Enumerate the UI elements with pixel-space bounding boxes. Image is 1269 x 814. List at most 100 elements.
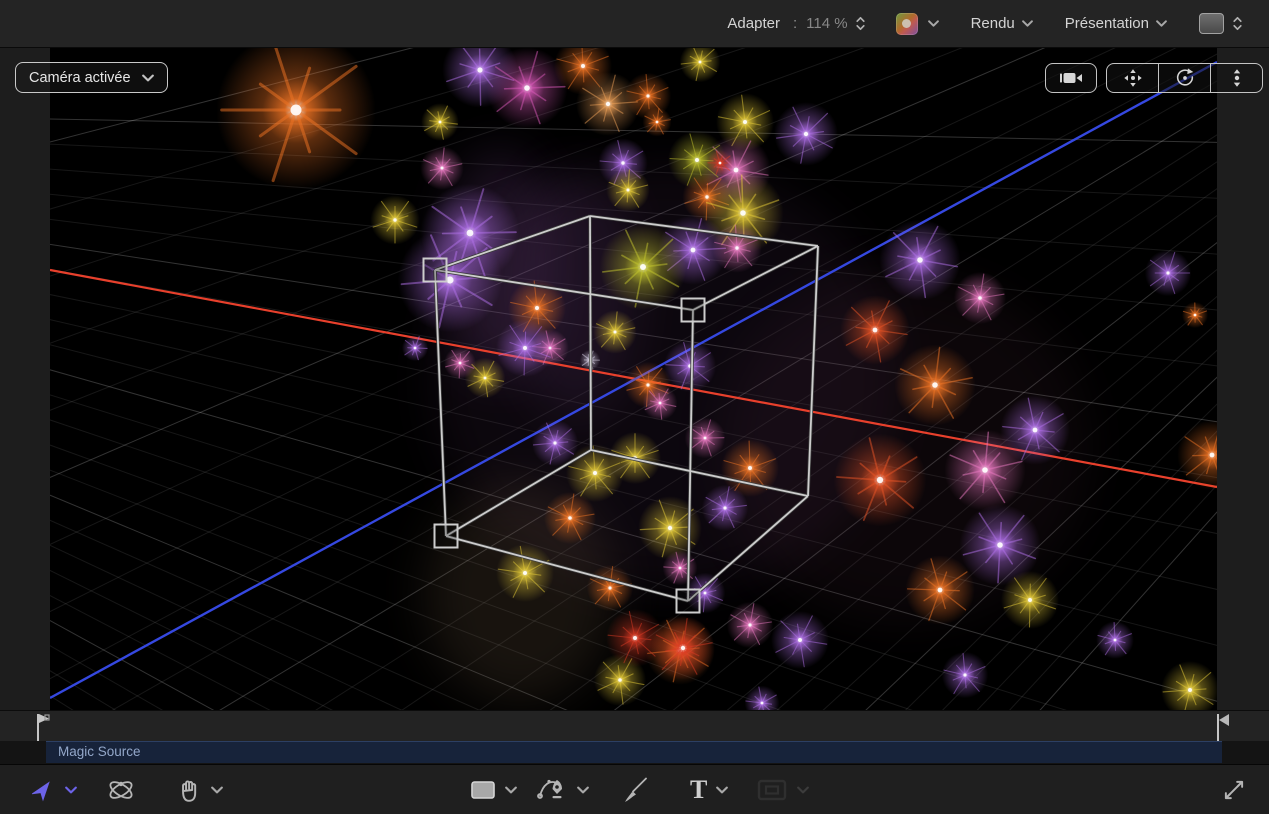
particle-star (587, 565, 633, 611)
timeline-clip[interactable]: Magic Source (46, 741, 1222, 763)
paintbrush-icon (622, 776, 652, 804)
timeline-marker-strip[interactable] (0, 710, 1269, 741)
chevron-down-icon (211, 786, 223, 794)
orbit-camera-icon (1174, 67, 1196, 89)
particle-star (745, 686, 780, 710)
particle-star (727, 602, 773, 648)
particle-star (544, 492, 596, 544)
particle-star (712, 223, 761, 272)
chevron-down-icon (797, 786, 809, 794)
particle-star (663, 551, 698, 586)
particle-star (593, 310, 637, 354)
timeline-track[interactable]: Magic Source (0, 741, 1269, 764)
render-menu-label: Rendu (971, 15, 1015, 32)
chevron-down-icon (716, 786, 728, 794)
canvas-toolbar: Adapter : 114 % Rendu Présentation (0, 0, 1269, 48)
play-range-end-marker[interactable] (1216, 714, 1232, 741)
bezier-tool[interactable] (536, 765, 589, 814)
expand-icon (1221, 777, 1247, 803)
particle-star (942, 652, 988, 698)
zoom-fit-label: Adapter (727, 15, 780, 32)
canvas-workspace: Caméra activée (0, 48, 1269, 710)
image-mask-tool-disabled (756, 765, 809, 814)
chevron-down-icon (928, 20, 939, 27)
chevron-down-icon (65, 786, 77, 794)
pan-tool[interactable] (176, 765, 223, 814)
paintbrush-tool[interactable] (622, 765, 652, 814)
bezier-pen-icon (536, 776, 568, 804)
particle-star (606, 609, 664, 667)
particle-star (420, 146, 464, 190)
zoom-separator: : (793, 15, 797, 32)
particle-star (1161, 661, 1217, 710)
particle-star (398, 228, 502, 332)
tool-bar: T (0, 764, 1269, 814)
camera-control-group (1106, 63, 1263, 93)
view-layouts-icon (1199, 13, 1224, 34)
particle-star (944, 429, 1025, 510)
rectangle-icon (470, 780, 496, 800)
particle-star (905, 555, 975, 625)
chevron-down-icon (505, 786, 517, 794)
video-camera-icon (1058, 69, 1084, 87)
cube-corner-handle[interactable] (677, 590, 700, 613)
scene-camera-button[interactable] (1045, 63, 1097, 93)
select-tool[interactable] (32, 765, 77, 814)
orbit-camera-button[interactable] (1158, 64, 1210, 92)
chevron-down-icon (1156, 20, 1167, 27)
particle-star (834, 434, 927, 527)
particle-star (954, 272, 1006, 324)
particle-star (1096, 621, 1134, 659)
particle-star (879, 219, 960, 300)
select-arrow-icon (32, 777, 56, 803)
transform-3d-tool[interactable] (106, 765, 136, 814)
cube-corner-handle[interactable] (424, 259, 447, 282)
chevron-down-icon (577, 786, 589, 794)
expand-canvas-button[interactable] (1221, 765, 1247, 814)
canvas-viewport[interactable] (50, 48, 1217, 710)
particle-star (606, 168, 650, 212)
chevron-down-icon (1022, 20, 1033, 27)
rectangle-tool[interactable] (470, 765, 517, 814)
camera-popup-label: Caméra activée (29, 70, 131, 86)
particle-star (1177, 420, 1217, 490)
presentation-menu[interactable]: Présentation (1065, 15, 1167, 32)
particle-star (496, 319, 554, 377)
zoom-value: 114 % (806, 15, 847, 32)
pan-camera-button[interactable] (1107, 64, 1158, 92)
channels-popup[interactable] (896, 13, 939, 35)
particle-star (421, 103, 459, 141)
particle-star (664, 340, 716, 392)
dolly-camera-button[interactable] (1210, 64, 1262, 92)
timeline-clip-label: Magic Source (58, 744, 141, 759)
particle-star (894, 344, 975, 425)
cube-corner-handle[interactable] (682, 299, 705, 322)
particle-star (771, 611, 829, 669)
camera-popup-button[interactable]: Caméra activée (15, 62, 168, 93)
view-layouts-control[interactable] (1199, 13, 1243, 34)
render-menu[interactable]: Rendu (971, 15, 1033, 32)
play-range-start-marker[interactable] (36, 714, 52, 741)
cube-corner-handle[interactable] (435, 525, 458, 548)
hand-icon (176, 777, 202, 803)
particle-star (702, 485, 748, 531)
particle-star (638, 496, 702, 560)
zoom-level-control[interactable]: Adapter : 114 % (727, 15, 865, 32)
text-tool[interactable]: T (690, 765, 728, 814)
pan-camera-icon (1122, 67, 1144, 89)
particle-star (643, 108, 672, 137)
particle-star (643, 386, 678, 421)
stepper-icon[interactable] (855, 15, 866, 32)
particle-star (444, 347, 476, 379)
particle-star (707, 150, 733, 176)
dolly-camera-icon (1226, 67, 1248, 89)
transform-3d-icon (106, 775, 136, 805)
chevron-down-icon (142, 74, 154, 82)
stepper-icon (1232, 15, 1243, 32)
text-tool-icon: T (690, 777, 707, 803)
particle-star (216, 48, 376, 190)
particle-star (680, 48, 721, 82)
color-channels-icon (896, 13, 918, 35)
particle-star (402, 335, 428, 361)
particle-star (774, 102, 838, 166)
